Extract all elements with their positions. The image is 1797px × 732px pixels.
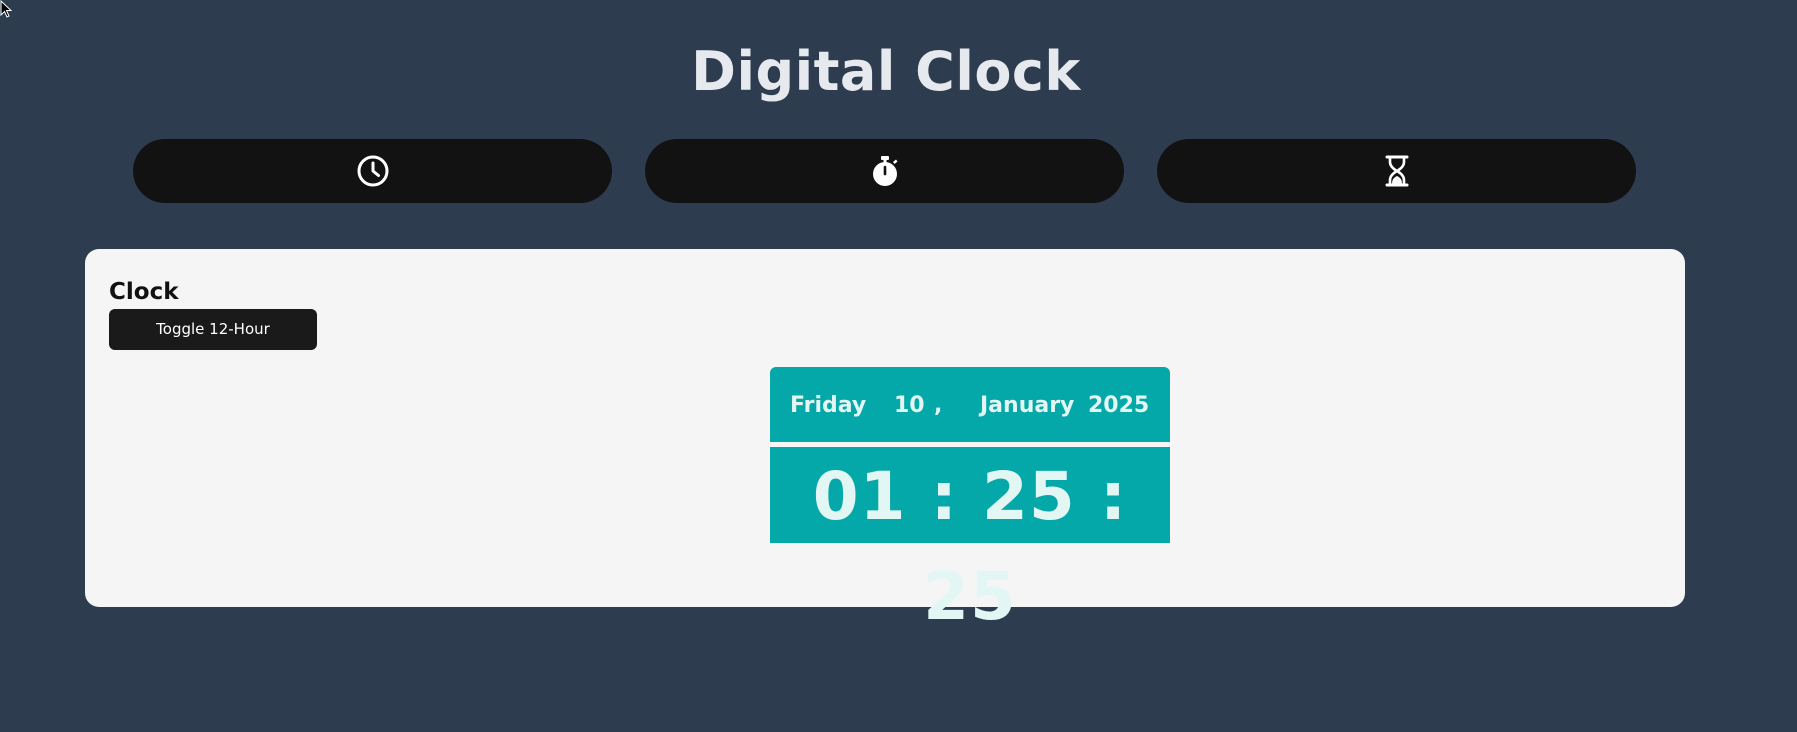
mode-tabs <box>133 139 1637 203</box>
page-title: Digital Clock <box>691 40 1081 103</box>
stopwatch-icon <box>872 156 897 186</box>
time-separator: : <box>1099 458 1128 535</box>
time-minutes: 25 <box>981 458 1076 535</box>
time-hours: 01 <box>812 458 907 535</box>
date-year: 2025 <box>1088 393 1150 418</box>
page: Digital Clock Clock Toggle 12-Hour Frida… <box>0 0 1797 732</box>
date-separator: , <box>934 393 943 418</box>
time-seconds: 25 <box>923 558 1017 635</box>
mouse-cursor-icon <box>0 0 13 18</box>
time-separator: : <box>930 458 958 535</box>
hourglass-icon <box>1385 155 1408 187</box>
time-display: 01 : 25 : 25 <box>770 447 1170 635</box>
date-day: Friday <box>790 393 867 418</box>
clock-display: Friday 10 , January 2025 01 : 25 : 25 <box>770 367 1170 635</box>
toggle-12-hour-button[interactable]: Toggle 12-Hour <box>109 309 317 350</box>
clock-panel: Clock Toggle 12-Hour Friday 10 , January… <box>85 249 1685 635</box>
date-month: January <box>980 393 1075 418</box>
clock-icon <box>357 155 388 187</box>
panel-heading: Clock <box>109 279 179 305</box>
tab-stopwatch[interactable] <box>645 139 1124 203</box>
tab-clock[interactable] <box>133 139 612 203</box>
date-display: Friday 10 , January 2025 <box>770 367 1170 442</box>
tab-timer[interactable] <box>1157 139 1636 203</box>
date-number: 10 <box>894 393 925 418</box>
